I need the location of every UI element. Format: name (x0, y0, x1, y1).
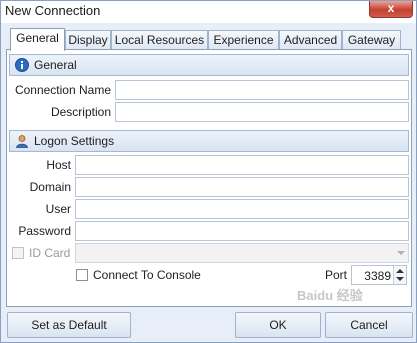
id-card-label: ID Card (29, 246, 71, 260)
user-icon (16, 135, 28, 148)
tab-gateway[interactable]: Gateway (342, 30, 401, 50)
general-tab-panel: General Connection Name Description Logo… (6, 49, 412, 307)
port-label: Port (324, 268, 347, 282)
logon-settings-group-header: Logon Settings (9, 130, 409, 152)
domain-label: Domain (29, 180, 71, 194)
host-field[interactable] (75, 155, 409, 175)
password-field[interactable] (75, 221, 409, 241)
connect-to-console-label: Connect To Console (93, 268, 201, 282)
spin-up-icon[interactable] (396, 269, 404, 273)
chevron-down-icon (397, 251, 405, 255)
title-bar: New Connection x (1, 1, 416, 23)
password-label: Password (18, 224, 71, 238)
window-title: New Connection (5, 3, 101, 18)
tab-strip: General Display Local Resources Experien… (6, 28, 412, 51)
close-button[interactable]: x (369, 1, 413, 18)
info-icon (15, 58, 29, 72)
new-connection-window: New Connection x General Display Local R… (0, 0, 417, 343)
description-field[interactable] (115, 102, 409, 122)
port-spin-buttons[interactable] (393, 266, 406, 284)
tab-general[interactable]: General (10, 28, 65, 51)
connect-to-console-checkbox[interactable] (76, 269, 88, 281)
connection-name-label: Connection Name (14, 83, 111, 97)
description-label: Description (50, 105, 111, 119)
id-card-dropdown[interactable] (75, 243, 409, 263)
set-as-default-button[interactable]: Set as Default (7, 312, 131, 338)
general-group-header: General (9, 54, 409, 76)
user-field[interactable] (75, 199, 409, 219)
tab-display[interactable]: Display (65, 30, 111, 50)
connection-name-field[interactable] (115, 80, 409, 100)
ok-button[interactable]: OK (235, 312, 321, 338)
spin-down-icon[interactable] (396, 277, 404, 281)
cancel-button[interactable]: Cancel (325, 312, 413, 338)
port-stepper[interactable]: 3389 (351, 265, 407, 285)
tab-advanced[interactable]: Advanced (279, 30, 342, 50)
user-label: User (45, 202, 71, 216)
general-group-title: General (34, 58, 77, 72)
logon-settings-group-title: Logon Settings (34, 134, 115, 148)
tab-experience[interactable]: Experience (208, 30, 279, 50)
host-label: Host (46, 158, 71, 172)
close-icon: x (387, 1, 395, 15)
port-value: 3389 (364, 269, 391, 283)
domain-field[interactable] (75, 177, 409, 197)
tab-local-resources[interactable]: Local Resources (111, 30, 208, 50)
id-card-checkbox[interactable] (12, 247, 24, 259)
